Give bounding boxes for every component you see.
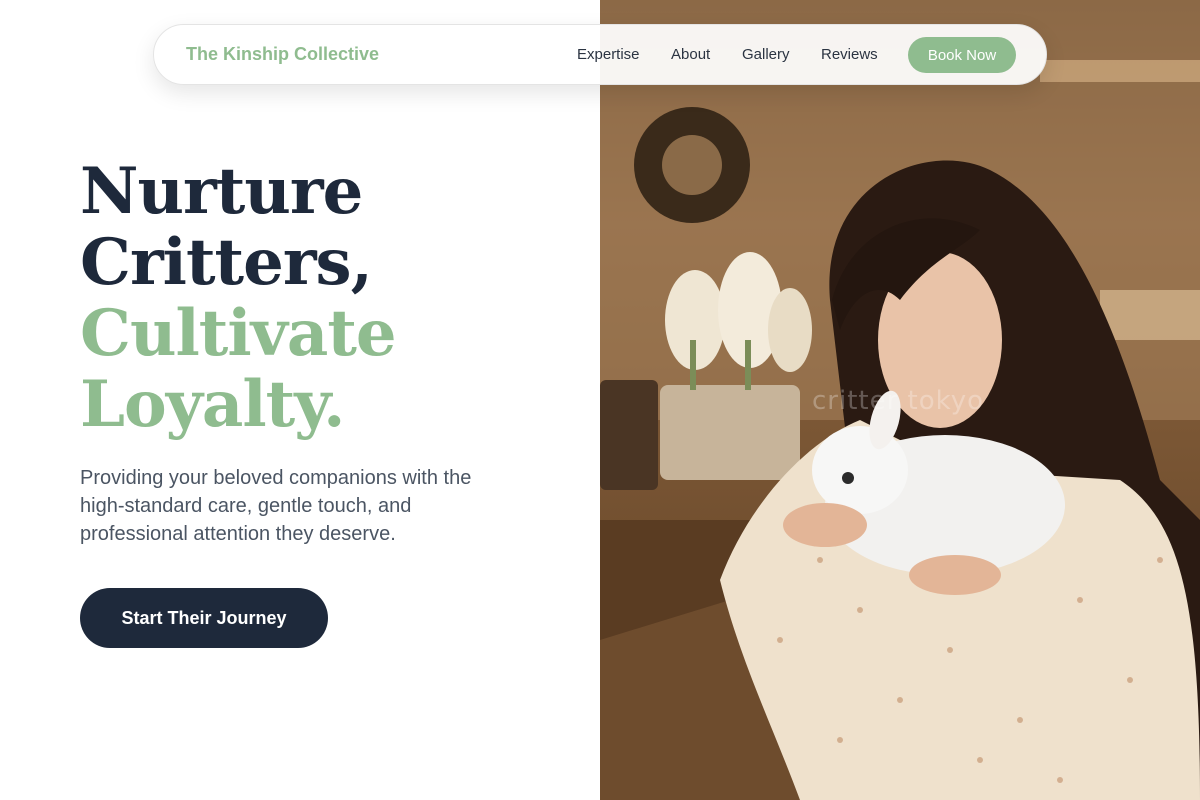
nav-link-reviews[interactable]: Reviews (821, 46, 878, 63)
hero-headline: Nurture Critters, Cultivate Loyalty. (80, 154, 397, 442)
image-watermark: critter tokyo (812, 386, 985, 416)
nav-link-expertise[interactable]: Expertise (577, 46, 640, 63)
headline-line-3: Cultivate (80, 296, 397, 371)
hero-photo: critter tokyo (600, 0, 1200, 800)
start-journey-button[interactable]: Start Their Journey (80, 588, 328, 648)
nav-link-gallery[interactable]: Gallery (742, 46, 790, 63)
book-now-button[interactable]: Book Now (908, 37, 1016, 73)
headline-line-1: Nurture (80, 154, 363, 229)
brand-logo[interactable]: The Kinship Collective (186, 44, 379, 65)
navbar: The Kinship Collective Expertise About G… (153, 24, 1047, 85)
hero-subtitle: Providing your beloved companions with t… (80, 467, 472, 545)
headline-line-2: Critters, (80, 225, 373, 300)
headline-line-4: Loyalty. (80, 367, 345, 442)
nav-link-about[interactable]: About (671, 46, 710, 63)
